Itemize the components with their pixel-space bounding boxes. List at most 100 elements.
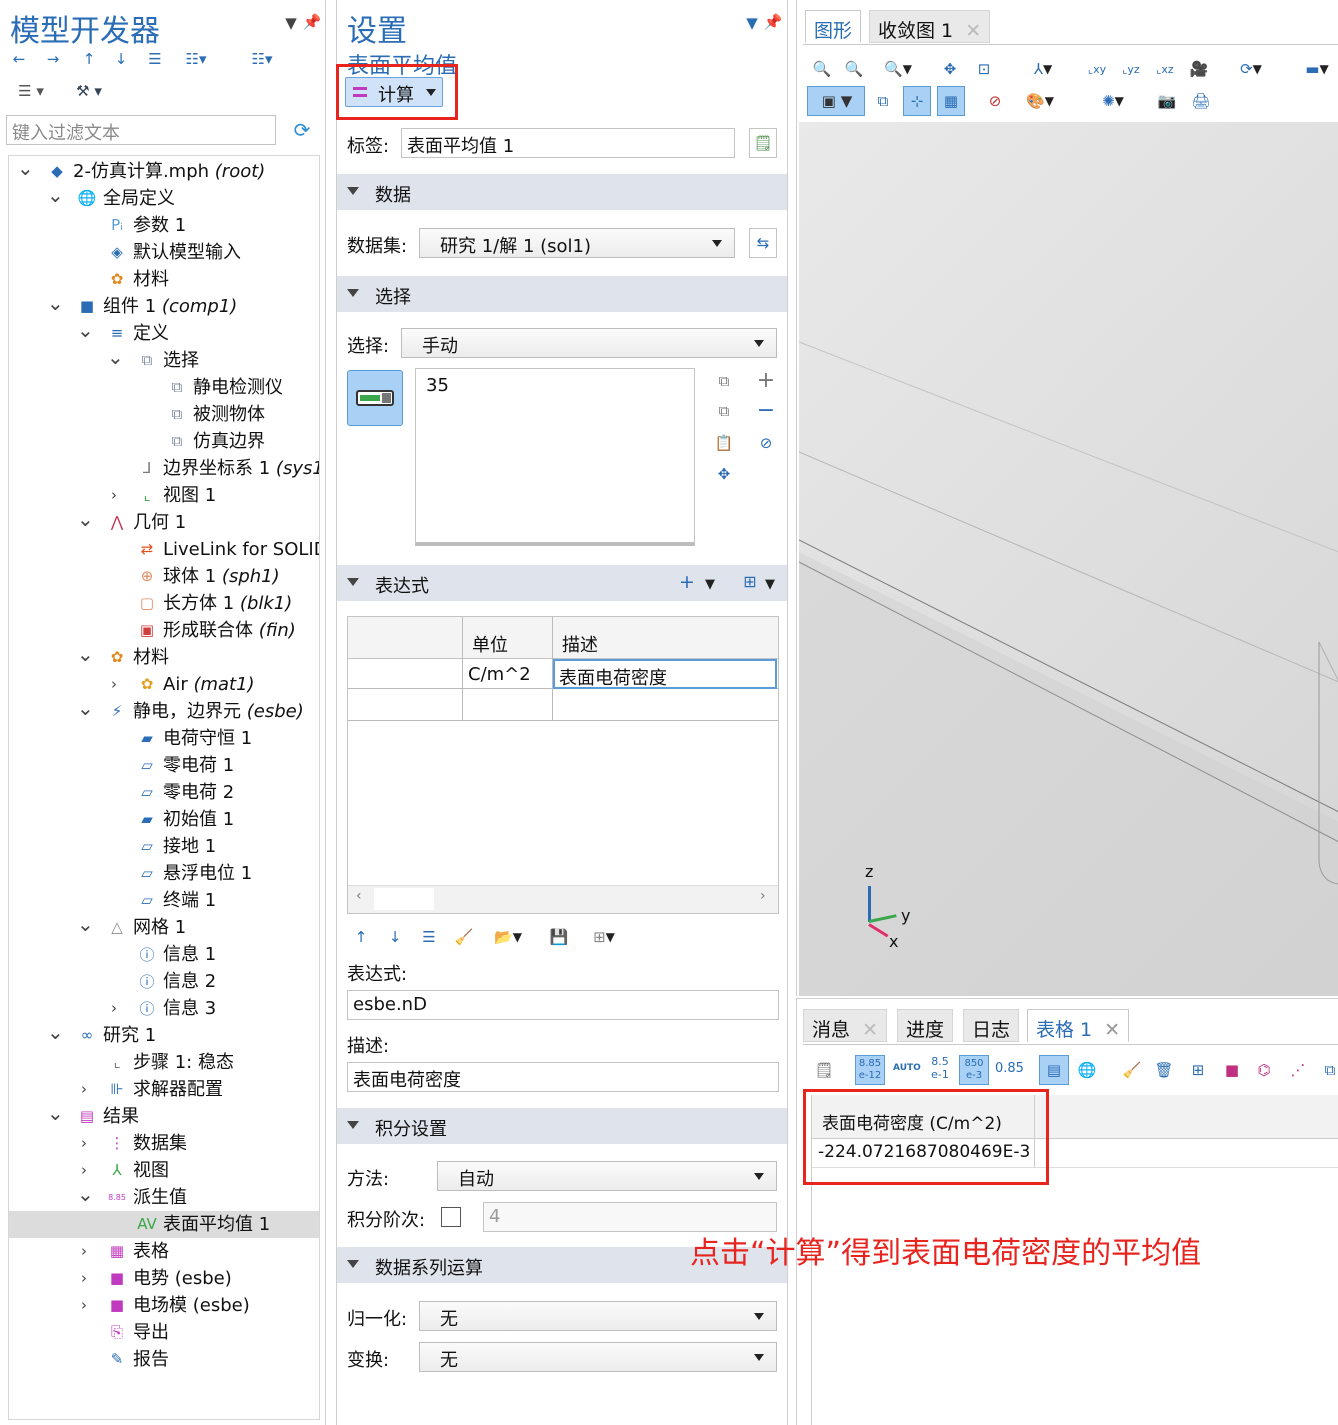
- tab-convergence-plot[interactable]: 收敛图 1 ✕: [869, 10, 991, 43]
- chevron-down-icon[interactable]: ⌄: [77, 509, 94, 536]
- table-surface-icon[interactable]: ■: [1221, 1059, 1243, 1081]
- pin-icon[interactable]: 📌: [303, 12, 322, 32]
- edit-label-icon[interactable]: 🗒: [749, 128, 777, 158]
- close-icon[interactable]: ✕: [862, 1019, 878, 1041]
- chevron-right-icon[interactable]: ›: [77, 1292, 91, 1319]
- select-objects-button[interactable]: ▣ ▼: [807, 86, 865, 116]
- back-icon[interactable]: ←: [8, 48, 30, 70]
- table-scrollbar[interactable]: ‹ ›: [348, 885, 778, 913]
- tree-node[interactable]: ⌄ ⧉ 选择: [9, 347, 319, 374]
- tree-node[interactable]: › ▦ 表格: [9, 1238, 319, 1265]
- chevron-down-icon[interactable]: ⌄: [77, 914, 94, 941]
- tree-node[interactable]: ⌄ ■ 组件 1 (comp1): [9, 293, 319, 320]
- tree-node[interactable]: › ⓘ 信息 3: [9, 995, 319, 1022]
- graphics-canvas[interactable]: z y x: [799, 122, 1338, 996]
- move-down-icon[interactable]: ↓: [110, 48, 132, 70]
- active-toggle-button[interactable]: [347, 370, 403, 426]
- tree-node[interactable]: ▱ 零电荷 2: [9, 779, 319, 806]
- clear-selection-icon[interactable]: ⊘: [753, 432, 779, 454]
- tree-node[interactable]: › ⌞ 视图 1: [9, 482, 319, 509]
- tree-node[interactable]: ⌄ 🌐 全局定义: [9, 185, 319, 212]
- dataset-select[interactable]: 研究 1/解 1 (sol1): [419, 228, 735, 258]
- hide-objects-icon[interactable]: ⊘: [983, 90, 1007, 112]
- zoom-box-icon[interactable]: 🔍 ▼: [875, 58, 921, 80]
- integration-order-checkbox[interactable]: [441, 1207, 461, 1227]
- tree-node[interactable]: ⓘ 信息 2: [9, 968, 319, 995]
- chevron-down-icon[interactable]: ⌄: [107, 347, 124, 374]
- add-expression-icon[interactable]: + ▼: [667, 571, 715, 593]
- tree-node[interactable]: ⎘ 导出: [9, 1319, 319, 1346]
- chevron-down-icon[interactable]: ⌄: [17, 158, 34, 185]
- open-file-icon[interactable]: 📂 ▼: [485, 926, 531, 948]
- tree-node[interactable]: ✿ 材料: [9, 266, 319, 293]
- description-cell[interactable]: 表面电荷密度: [553, 659, 777, 689]
- chevron-right-icon[interactable]: ›: [107, 671, 121, 698]
- normalize-select[interactable]: 无: [419, 1301, 777, 1331]
- chevron-right-icon[interactable]: ›: [77, 1157, 91, 1184]
- section-integration-header[interactable]: 积分设置: [337, 1108, 787, 1144]
- chevron-down-icon[interactable]: ⌄: [77, 1184, 94, 1211]
- view-axes-icon[interactable]: ⅄ ▼: [1019, 58, 1067, 80]
- move-up-icon[interactable]: ↑: [351, 926, 371, 948]
- compute-dropdown-icon[interactable]: [426, 89, 436, 96]
- tree-node[interactable]: ⌄ ⚡ 静电，边界元 (esbe): [9, 698, 319, 725]
- panel-menu-icon[interactable]: ▼: [282, 14, 300, 32]
- list-view-icon[interactable]: ☰ ▾: [8, 80, 54, 102]
- expand-icon[interactable]: ☷▾: [176, 48, 216, 70]
- tree-node[interactable]: › ⋮ 数据集: [9, 1130, 319, 1157]
- tab-progress[interactable]: 进度: [897, 1009, 954, 1042]
- tree-node[interactable]: ▱ 悬浮电位 1: [9, 860, 319, 887]
- decimal-format-button[interactable]: 0.85: [995, 1061, 1024, 1076]
- tree-node[interactable]: ⌄ ✿ 材料: [9, 644, 319, 671]
- tab-messages[interactable]: 消息 ✕: [803, 1009, 887, 1042]
- yz-view-icon[interactable]: ⌞yz: [1119, 58, 1143, 80]
- tree-node[interactable]: ⅃ 边界坐标系 1 (sys1): [9, 455, 319, 482]
- tree-node[interactable]: ▰ 电荷守恒 1: [9, 725, 319, 752]
- forward-icon[interactable]: →: [42, 48, 64, 70]
- description-column-header[interactable]: 描述: [562, 631, 598, 657]
- unit-column-header[interactable]: 单位: [472, 631, 508, 657]
- pin-icon[interactable]: 📌: [764, 12, 783, 32]
- tree-node[interactable]: › ⅄ 视图: [9, 1157, 319, 1184]
- chevron-right-icon[interactable]: ›: [77, 1238, 91, 1265]
- network-icon[interactable]: 🌐: [1075, 1059, 1099, 1081]
- tree-node[interactable]: ▢ 长方体 1 (blk1): [9, 590, 319, 617]
- tree-node[interactable]: ▱ 接地 1: [9, 833, 319, 860]
- move-up-icon[interactable]: ↑: [78, 48, 100, 70]
- chevron-down-icon[interactable]: ⌄: [77, 698, 94, 725]
- select-points-button[interactable]: ▦: [937, 86, 965, 116]
- build-icon[interactable]: ⚒ ▾: [66, 80, 112, 102]
- tree-node[interactable]: ◈ 默认模型输入: [9, 239, 319, 266]
- render-options-icon[interactable]: 🎨 ▼: [1017, 90, 1063, 112]
- select-edges-button[interactable]: ⊹: [903, 86, 931, 116]
- tree-node[interactable]: AV 表面平均值 1: [9, 1211, 319, 1238]
- full-precision-button[interactable]: ▤: [1039, 1055, 1069, 1085]
- copy-selection-icon[interactable]: ⧉: [711, 400, 737, 422]
- table-row[interactable]: [348, 690, 778, 721]
- tab-table-1[interactable]: 表格 1 ✕: [1027, 1009, 1130, 1042]
- chevron-right-icon[interactable]: ›: [77, 1076, 91, 1103]
- table-settings-icon[interactable]: 🗒: [813, 1059, 835, 1081]
- clear-table-icon[interactable]: 🧹: [453, 926, 475, 948]
- screenshot-icon[interactable]: 📷: [1155, 90, 1179, 112]
- collapse-icon[interactable]: ☷▾: [238, 48, 286, 70]
- scatter-icon[interactable]: ⋰: [1287, 1059, 1309, 1081]
- xy-view-icon[interactable]: ⌞xy: [1085, 58, 1109, 80]
- replace-expression-icon[interactable]: ⊞ ▼: [727, 571, 775, 593]
- tree-node[interactable]: ▱ 零电荷 1: [9, 752, 319, 779]
- clear-table-icon[interactable]: 🧹: [1121, 1059, 1143, 1081]
- chevron-down-icon[interactable]: ⌄: [77, 644, 94, 671]
- tree-node[interactable]: ⌄ ◆ 2-仿真计算.mph (root): [9, 158, 319, 185]
- save-icon[interactable]: 💾: [547, 926, 571, 948]
- delete-rows-icon[interactable]: ☰: [417, 926, 441, 948]
- section-selection-header[interactable]: 选择: [337, 276, 787, 312]
- tree-node[interactable]: ⌄ ▤ 结果: [9, 1103, 319, 1130]
- precision-button[interactable]: 8.85 e-12: [855, 1055, 885, 1085]
- zoom-selected-icon[interactable]: ⊡: [973, 58, 995, 80]
- auto-format-button[interactable]: AUTO: [893, 1063, 921, 1073]
- move-down-icon[interactable]: ↓: [385, 926, 405, 948]
- tree-node[interactable]: ⇄ LiveLink for SOLIDWORKS: [9, 536, 319, 563]
- table-graph-icon[interactable]: ⊞: [1187, 1059, 1209, 1081]
- tab-log[interactable]: 日志: [963, 1009, 1020, 1042]
- filter-input[interactable]: 键入过滤文本: [6, 115, 276, 145]
